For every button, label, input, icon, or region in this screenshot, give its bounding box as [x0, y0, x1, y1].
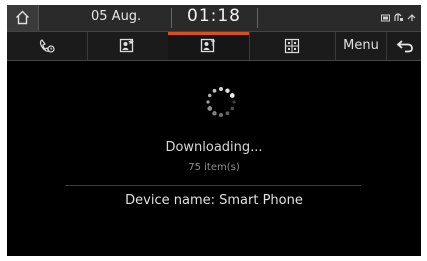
tab-contacts[interactable]: [168, 32, 250, 60]
tab-call-history[interactable]: [7, 32, 88, 60]
favorites-icon: [119, 38, 134, 53]
tab-favorites[interactable]: [87, 32, 169, 60]
phone-call-log-icon: [39, 39, 55, 53]
back-arrow-icon: [396, 40, 413, 53]
device-name-label: Device name: Smart Phone: [125, 193, 303, 208]
status-divider: [171, 8, 172, 28]
home-icon: [16, 10, 29, 25]
dial-pad-icon: [284, 38, 300, 54]
loading-spinner-icon: [206, 86, 236, 118]
bluetooth-icon: [407, 14, 416, 21]
download-item-count: 75 item(s): [188, 162, 240, 173]
battery-icon: [380, 14, 390, 22]
menu-button[interactable]: Menu: [335, 32, 386, 60]
tab-bar: Menu: [7, 31, 421, 61]
tab-dial-pad[interactable]: [249, 32, 336, 60]
download-status-text: Downloading...: [165, 140, 263, 155]
content-divider: [65, 185, 361, 186]
home-button[interactable]: [7, 5, 39, 31]
signal-icon: [394, 13, 403, 21]
status-date: 05 Aug.: [91, 9, 142, 24]
status-bar: 05 Aug. 01:18: [7, 5, 421, 31]
status-time: 01:18: [187, 6, 241, 26]
status-icons: [380, 12, 417, 25]
status-divider: [257, 8, 258, 28]
back-button[interactable]: [386, 32, 421, 60]
contacts-icon: [200, 38, 215, 53]
head-unit-screen: 05 Aug. 01:18 Menu Downloading... 75 ite…: [7, 5, 421, 256]
